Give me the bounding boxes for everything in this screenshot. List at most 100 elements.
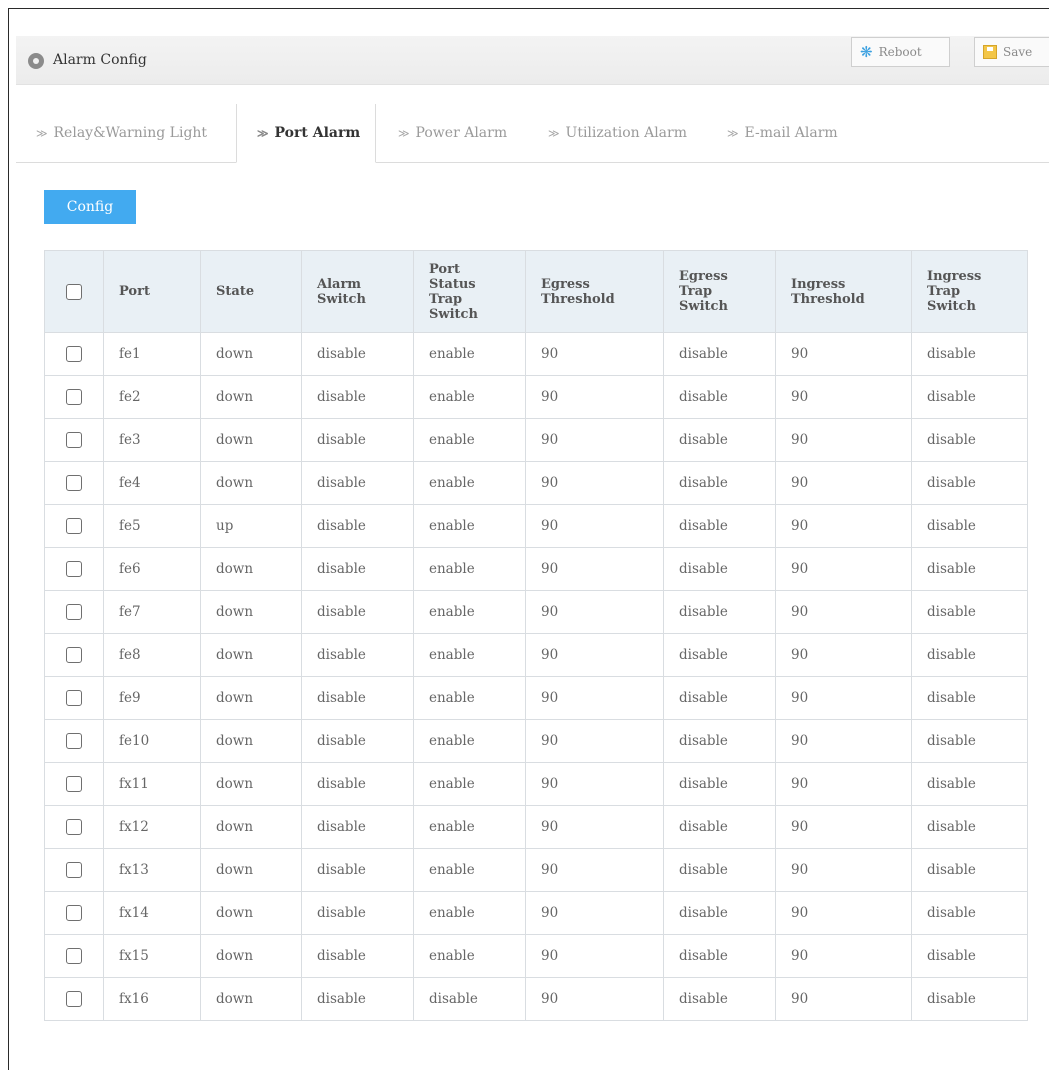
row-checkbox[interactable] [66, 819, 82, 836]
save-button[interactable]: Save [974, 37, 1049, 67]
cell-state: down [200, 633, 302, 677]
cell-egress-trap-switch: disable [663, 375, 776, 419]
tab-relay-warning-light[interactable]: ≫ Relay&Warning Light [36, 104, 207, 162]
tab-label: Power Alarm [415, 125, 508, 141]
cell-ingress-trap-switch: disable [911, 504, 1028, 548]
save-label: Save [1003, 45, 1033, 59]
row-checkbox[interactable] [66, 518, 82, 535]
cell-port-status-trap-switch: enable [413, 547, 526, 591]
chevron-right-icon: ≫ [257, 126, 269, 140]
cell-egress-threshold: 90 [525, 848, 664, 892]
row-select-cell [44, 848, 104, 892]
row-select-cell [44, 719, 104, 763]
select-all-checkbox[interactable] [66, 283, 82, 300]
header-state: State [200, 250, 302, 333]
config-button[interactable]: Config [44, 190, 136, 224]
cell-ingress-trap-switch: disable [911, 547, 1028, 591]
cell-port: fe5 [103, 504, 201, 548]
cell-egress-trap-switch: disable [663, 934, 776, 978]
cell-port-status-trap-switch: enable [413, 332, 526, 376]
table-body: fe1 down disable enable 90 disable 90 disable fe… [44, 332, 1028, 1021]
tab-label: Relay&Warning Light [53, 125, 208, 141]
cell-port-status-trap-switch: disable [413, 977, 526, 1021]
cell-egress-trap-switch: disable [663, 504, 776, 548]
cell-state: down [200, 934, 302, 978]
chevron-right-icon: ≫ [398, 126, 410, 140]
cell-egress-trap-switch: disable [663, 590, 776, 634]
row-select-cell [44, 934, 104, 978]
row-select-cell [44, 762, 104, 806]
cell-ingress-threshold: 90 [775, 332, 912, 376]
tab-utilization-alarm[interactable]: ≫ Utilization Alarm [548, 104, 687, 162]
cell-port-status-trap-switch: enable [413, 762, 526, 806]
select-all-cell [44, 250, 104, 333]
cell-state: up [200, 504, 302, 548]
cell-alarm-switch: disable [301, 719, 414, 763]
header-egress-threshold: Egress Threshold [525, 250, 664, 333]
row-checkbox[interactable] [66, 776, 82, 793]
row-checkbox[interactable] [66, 432, 82, 449]
tab-port-alarm[interactable]: ≫ Port Alarm [236, 104, 376, 163]
row-select-cell [44, 977, 104, 1021]
cell-ingress-threshold: 90 [775, 676, 912, 720]
cell-egress-threshold: 90 [525, 461, 664, 505]
table-row[interactable]: fe5 up disable enable 90 disable 90 disable [44, 504, 1028, 548]
row-select-cell [44, 418, 104, 462]
row-checkbox[interactable] [66, 948, 82, 965]
cell-ingress-trap-switch: disable [911, 461, 1028, 505]
cell-ingress-threshold: 90 [775, 547, 912, 591]
row-select-cell [44, 891, 104, 935]
row-checkbox[interactable] [66, 389, 82, 406]
tab-label: Port Alarm [274, 125, 361, 141]
cell-port-status-trap-switch: enable [413, 848, 526, 892]
table-row[interactable]: fx15 down disable enable 90 disable 90 disable [44, 934, 1028, 978]
chevron-right-icon: ≫ [727, 126, 739, 140]
cell-port-status-trap-switch: enable [413, 504, 526, 548]
reboot-button[interactable]: ❋ Reboot [851, 37, 950, 67]
row-checkbox[interactable] [66, 690, 82, 707]
row-checkbox[interactable] [66, 647, 82, 664]
cell-egress-trap-switch: disable [663, 719, 776, 763]
row-checkbox[interactable] [66, 604, 82, 621]
row-checkbox[interactable] [66, 862, 82, 879]
alarm-tabs: ≫ Relay&Warning Light ≫ Port Alarm ≫ Pow… [16, 104, 1049, 163]
cell-ingress-trap-switch: disable [911, 719, 1028, 763]
row-checkbox[interactable] [66, 733, 82, 750]
cell-egress-threshold: 90 [525, 633, 664, 677]
table-row[interactable]: fx13 down disable enable 90 disable 90 disable [44, 848, 1028, 892]
table-row[interactable]: fx12 down disable enable 90 disable 90 disable [44, 805, 1028, 849]
table-row[interactable]: fe6 down disable enable 90 disable 90 disable [44, 547, 1028, 591]
cell-port-status-trap-switch: enable [413, 633, 526, 677]
cell-ingress-trap-switch: disable [911, 762, 1028, 806]
header-ingress-threshold: Ingress Threshold [775, 250, 912, 333]
table-row[interactable]: fe3 down disable enable 90 disable 90 disable [44, 418, 1028, 462]
tab-power-alarm[interactable]: ≫ Power Alarm [398, 104, 507, 162]
cell-alarm-switch: disable [301, 375, 414, 419]
cell-port: fx15 [103, 934, 201, 978]
table-row[interactable]: fe7 down disable enable 90 disable 90 disable [44, 590, 1028, 634]
cell-port-status-trap-switch: enable [413, 461, 526, 505]
table-row[interactable]: fe4 down disable enable 90 disable 90 disable [44, 461, 1028, 505]
row-checkbox[interactable] [66, 991, 82, 1008]
cell-egress-threshold: 90 [525, 332, 664, 376]
cell-port: fe1 [103, 332, 201, 376]
cell-state: down [200, 805, 302, 849]
cell-egress-trap-switch: disable [663, 676, 776, 720]
row-checkbox[interactable] [66, 475, 82, 492]
header-ingress-trap-switch: Ingress Trap Switch [911, 250, 1028, 333]
cell-ingress-threshold: 90 [775, 762, 912, 806]
row-checkbox[interactable] [66, 561, 82, 578]
table-row[interactable]: fe2 down disable enable 90 disable 90 disable [44, 375, 1028, 419]
table-row[interactable]: fx11 down disable enable 90 disable 90 disable [44, 762, 1028, 806]
table-row[interactable]: fe1 down disable enable 90 disable 90 disable [44, 332, 1028, 376]
port-alarm-table: Port State Alarm Switch Port Status Trap… [44, 250, 1028, 1021]
table-row[interactable]: fx16 down disable disable 90 disable 90 disable [44, 977, 1028, 1021]
table-row[interactable]: fe8 down disable enable 90 disable 90 disable [44, 633, 1028, 677]
row-checkbox[interactable] [66, 346, 82, 363]
tab-email-alarm[interactable]: ≫ E-mail Alarm [727, 104, 838, 162]
row-checkbox[interactable] [66, 905, 82, 922]
table-row[interactable]: fe9 down disable enable 90 disable 90 disable [44, 676, 1028, 720]
cell-egress-trap-switch: disable [663, 461, 776, 505]
table-row[interactable]: fx14 down disable enable 90 disable 90 disable [44, 891, 1028, 935]
table-row[interactable]: fe10 down disable enable 90 disable 90 disable [44, 719, 1028, 763]
